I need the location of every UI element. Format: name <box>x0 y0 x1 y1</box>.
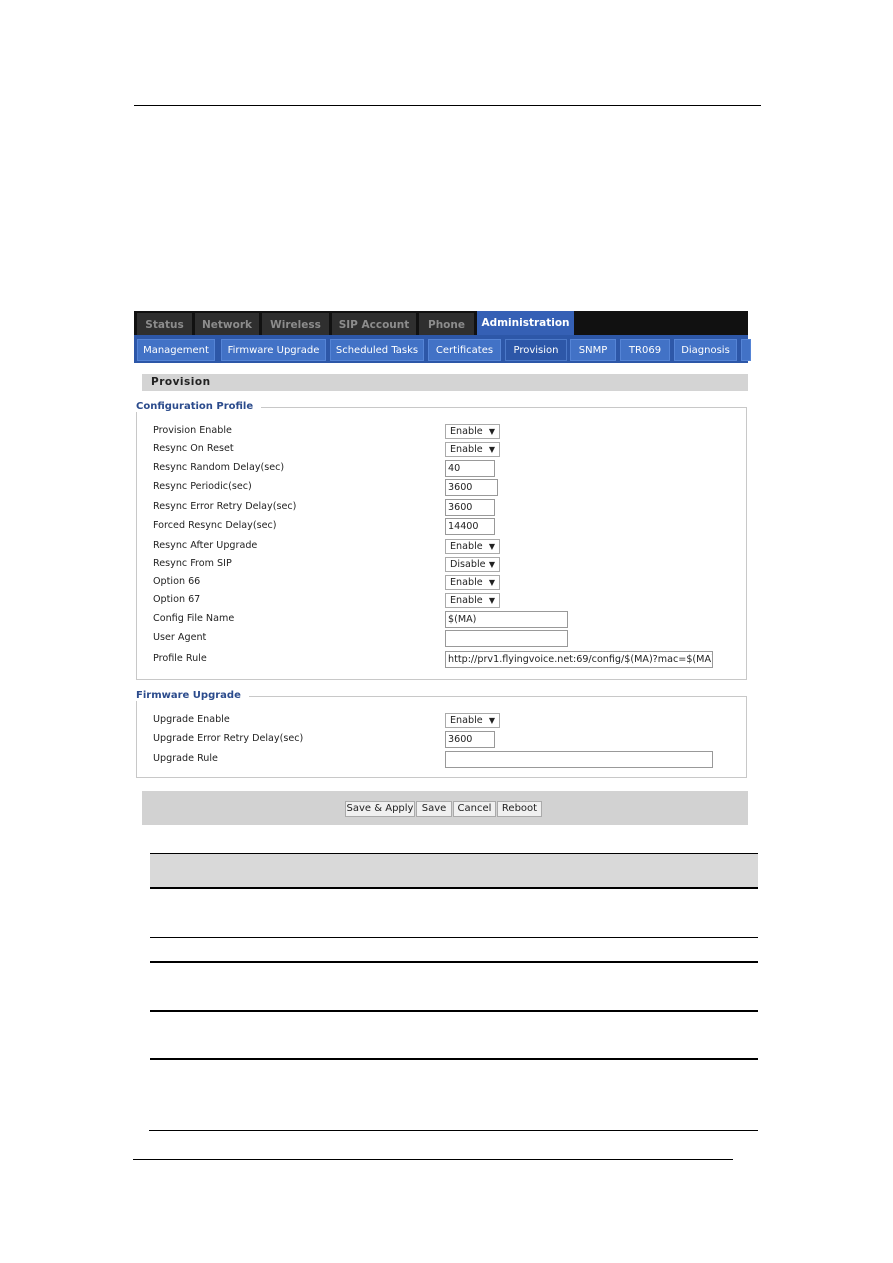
subtab-scheduled-tasks[interactable]: Scheduled Tasks <box>330 339 424 361</box>
tab-network[interactable]: Network <box>195 313 259 335</box>
option-66-select[interactable]: Enable ▼ <box>445 575 500 590</box>
subtab-snmp[interactable]: SNMP <box>570 339 616 361</box>
tab-sip-account[interactable]: SIP Account <box>332 313 416 335</box>
profile-rule-input[interactable]: http://prv1.flyingvoice.net:69/config/$(… <box>445 651 713 668</box>
save-button[interactable]: Save <box>416 801 452 817</box>
upgrade-rule-label: Upgrade Rule <box>153 753 218 764</box>
subtab-provision[interactable]: Provision <box>505 339 567 361</box>
option-67-select[interactable]: Enable ▼ <box>445 593 500 608</box>
resync-from-sip-label: Resync From SIP <box>153 558 232 569</box>
subtab-management[interactable]: Management <box>137 339 215 361</box>
forced-resync-delay-input[interactable]: 14400 <box>445 518 495 535</box>
section-title: Provision <box>142 374 748 391</box>
profile-rule-label: Profile Rule <box>153 653 207 664</box>
user-agent-label: User Agent <box>153 632 207 643</box>
option-67-label: Option 67 <box>153 594 201 605</box>
table-rule <box>150 1058 758 1060</box>
resync-on-reset-label: Resync On Reset <box>153 443 234 454</box>
resync-random-delay-input[interactable]: 40 <box>445 460 495 477</box>
resync-periodic-label: Resync Periodic(sec) <box>153 481 252 492</box>
upgrade-error-retry-delay-label: Upgrade Error Retry Delay(sec) <box>153 733 304 744</box>
tab-phone[interactable]: Phone <box>419 313 474 335</box>
resync-periodic-input[interactable]: 3600 <box>445 479 498 496</box>
select-value: Enable <box>450 577 483 588</box>
dropdown-arrow-icon: ▼ <box>488 445 495 454</box>
sub-nav: Management Firmware Upgrade Scheduled Ta… <box>134 335 751 363</box>
dropdown-arrow-icon: ▼ <box>488 560 495 569</box>
main-nav: Status Network Wireless SIP Account Phon… <box>134 311 748 335</box>
resync-random-delay-label: Resync Random Delay(sec) <box>153 462 285 473</box>
config-profile-legend: Configuration Profile <box>136 401 262 412</box>
admin-provision-screenshot: Status Network Wireless SIP Account Phon… <box>134 311 751 826</box>
resync-from-sip-select[interactable]: Disable ▼ <box>445 557 500 572</box>
dropdown-arrow-icon: ▼ <box>488 596 495 605</box>
select-value: Enable <box>450 715 483 726</box>
provision-enable-label: Provision Enable <box>153 425 232 436</box>
table-header <box>150 853 758 888</box>
footer-rule <box>133 1159 733 1160</box>
tab-administration[interactable]: Administration <box>477 311 574 335</box>
subtab-diagnosis[interactable]: Diagnosis <box>674 339 737 361</box>
resync-after-upgrade-label: Resync After Upgrade <box>153 540 258 551</box>
resync-on-reset-select[interactable]: Enable ▼ <box>445 442 500 457</box>
provision-enable-select[interactable]: Enable ▼ <box>445 424 500 439</box>
subtab-tr069[interactable]: TR069 <box>620 339 670 361</box>
subtab-certificates[interactable]: Certificates <box>428 339 501 361</box>
select-value: Enable <box>450 426 483 437</box>
select-value: Enable <box>450 444 483 455</box>
tab-wireless[interactable]: Wireless <box>262 313 329 335</box>
option-66-label: Option 66 <box>153 576 201 587</box>
dropdown-arrow-icon: ▼ <box>488 427 495 436</box>
select-value: Enable <box>450 541 483 552</box>
table-rule <box>150 1010 758 1012</box>
button-bar: Save & Apply Save Cancel Reboot <box>142 791 748 825</box>
user-agent-input[interactable] <box>445 630 568 647</box>
resync-error-retry-delay-input[interactable]: 3600 <box>445 499 495 516</box>
subtab-overflow[interactable] <box>741 339 751 361</box>
cancel-button[interactable]: Cancel <box>453 801 496 817</box>
tab-status[interactable]: Status <box>137 313 192 335</box>
table-rule <box>150 853 758 854</box>
upgrade-rule-input[interactable] <box>445 751 713 768</box>
table-rule <box>150 937 758 938</box>
select-value: Enable <box>450 595 483 606</box>
forced-resync-delay-label: Forced Resync Delay(sec) <box>153 520 277 531</box>
dropdown-arrow-icon: ▼ <box>488 542 495 551</box>
subtab-firmware-upgrade[interactable]: Firmware Upgrade <box>221 339 326 361</box>
table-rule <box>149 1130 758 1131</box>
header-rule <box>134 105 761 106</box>
firmware-upgrade-legend: Firmware Upgrade <box>136 690 249 701</box>
upgrade-enable-label: Upgrade Enable <box>153 714 230 725</box>
save-apply-button[interactable]: Save & Apply <box>345 801 415 817</box>
reboot-button[interactable]: Reboot <box>497 801 542 817</box>
dropdown-arrow-icon: ▼ <box>488 578 495 587</box>
select-value: Disable <box>450 559 486 570</box>
upgrade-enable-select[interactable]: Enable ▼ <box>445 713 500 728</box>
config-file-name-label: Config File Name <box>153 613 235 624</box>
resync-error-retry-delay-label: Resync Error Retry Delay(sec) <box>153 501 297 512</box>
dropdown-arrow-icon: ▼ <box>488 716 495 725</box>
resync-after-upgrade-select[interactable]: Enable ▼ <box>445 539 500 554</box>
table-rule <box>150 961 758 963</box>
config-file-name-input[interactable]: $(MA) <box>445 611 568 628</box>
table-rule <box>150 887 758 889</box>
upgrade-error-retry-delay-input[interactable]: 3600 <box>445 731 495 748</box>
